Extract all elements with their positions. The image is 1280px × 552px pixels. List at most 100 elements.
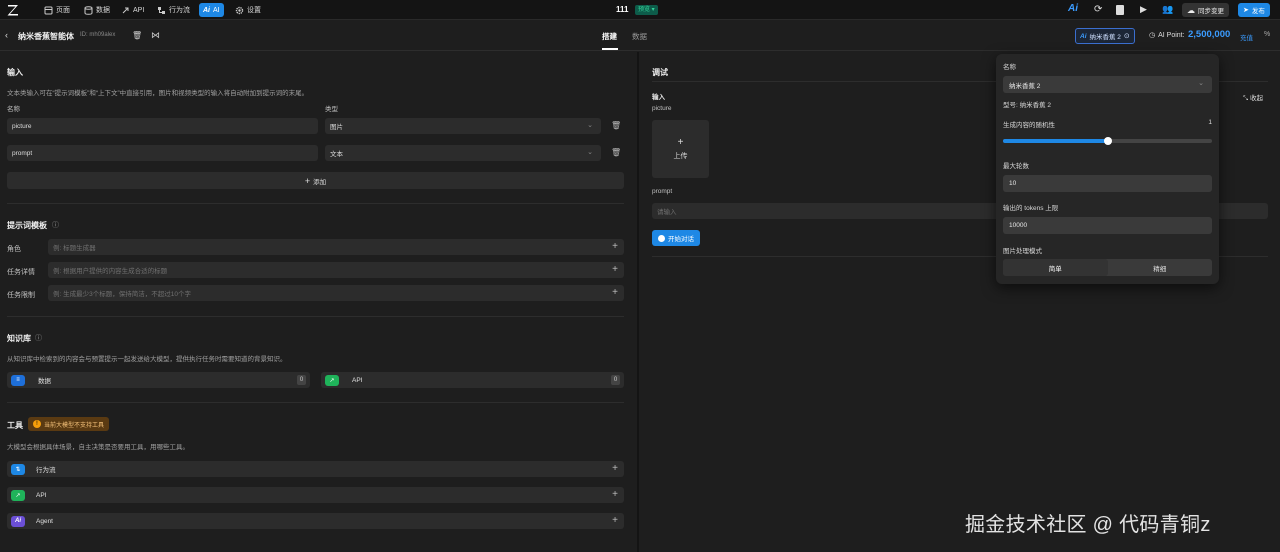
tool-item-label: Agent	[36, 517, 53, 525]
sync-button[interactable]: ☁ 同步变更	[1182, 3, 1229, 17]
tools-warning-badge: ! 当前大模型不支持工具	[28, 417, 110, 431]
kb-count-badge: 0	[297, 375, 306, 385]
divider	[7, 402, 624, 403]
tool-item-label: 行为流	[36, 467, 56, 474]
play-icon[interactable]: ▶	[1140, 4, 1147, 15]
tab-data-label: 数据	[632, 32, 647, 41]
debug-title: 调试	[652, 68, 668, 77]
role-input[interactable]: 例: 标题生成器 +	[48, 239, 624, 255]
task-detail-label: 任务详情	[7, 269, 35, 276]
image-mode-fine[interactable]: 精细	[1108, 259, 1213, 276]
tab-build[interactable]: 搭建	[602, 31, 617, 42]
publish-button[interactable]: ➤ 发布	[1238, 3, 1270, 17]
input-name-field[interactable]: prompt	[7, 145, 318, 161]
task-limit-label: 任务限制	[7, 292, 35, 299]
delete-row-icon[interactable]: 🗑	[611, 121, 621, 130]
nav-item-api[interactable]: API	[117, 3, 148, 17]
nav-item-ai[interactable]: Ai AI	[199, 3, 224, 17]
delete-icon[interactable]: 🗑	[132, 31, 142, 40]
upload-button[interactable]: + 上传	[652, 120, 709, 178]
kb-item-api[interactable]: ↗ API 0	[321, 372, 624, 388]
upload-label: 上传	[673, 153, 688, 160]
start-chat-button[interactable]: 开始对话	[652, 230, 700, 246]
tab-data[interactable]: 数据	[632, 31, 647, 42]
prompt-label: prompt	[652, 188, 673, 195]
image-mode-segmented: 简单 精细	[1003, 259, 1212, 276]
kb-item-label: API	[352, 376, 363, 384]
kb-item-data[interactable]: ≡ 数据 0	[7, 372, 310, 388]
input-type-select[interactable]: 图片 ⌄	[325, 118, 601, 134]
model-name-select[interactable]: 纳米香蕉 2 ⌄	[1003, 76, 1212, 93]
divider	[7, 316, 624, 317]
input-type-value: 图片	[330, 124, 343, 131]
nav-item-flow[interactable]: 行为流	[153, 3, 194, 17]
app-logo[interactable]	[6, 3, 20, 17]
image-mode-simple[interactable]: 简单	[1003, 259, 1108, 276]
nav-item-settings[interactable]: 设置	[231, 3, 265, 17]
plus-icon[interactable]: +	[612, 489, 618, 501]
slider-fill	[1003, 139, 1108, 143]
input-name-value: picture	[12, 122, 32, 130]
delete-row-icon[interactable]: 🗑	[611, 148, 621, 157]
document-icon[interactable]	[1116, 5, 1124, 15]
tools-section-title: 工具	[7, 421, 23, 430]
randomness-value: 1	[1208, 119, 1212, 126]
nav-label: API	[133, 6, 145, 14]
ai-icon: Ai	[11, 515, 25, 527]
task-detail-input[interactable]: 例: 根据用户提供的内容生成合适的标题 +	[48, 262, 624, 278]
model-settings-popover: 名称 纳米香蕉 2 ⌄ 型号: 纳米香蕉 2 生成内容的随机性 1 最大轮数 10…	[996, 54, 1219, 284]
ai-assistant-icon[interactable]: Ai	[1068, 3, 1078, 14]
nav-label: 数据	[96, 7, 110, 14]
nav-item-pages[interactable]: 页面	[40, 3, 74, 17]
plus-icon[interactable]: +	[612, 463, 618, 475]
recharge-link[interactable]: 充值	[1240, 32, 1253, 42]
env-badge[interactable]: 预览 ▾	[635, 5, 658, 15]
cloud-icon: ☁	[1187, 5, 1195, 15]
tool-item-flow[interactable]: ⇅ 行为流 +	[7, 461, 624, 477]
randomness-slider[interactable]	[1003, 137, 1212, 145]
kb-section-desc: 从知识库中检索到的内容会与预置提示一起发送给大模型，提供执行任务时需要知道的背景…	[7, 356, 287, 363]
slider-thumb[interactable]	[1103, 137, 1112, 145]
max-tokens-input[interactable]: 10000	[1003, 217, 1212, 234]
tool-item-agent[interactable]: Ai Agent +	[7, 513, 624, 529]
plus-icon: +	[304, 175, 311, 186]
info-icon[interactable]: ⓘ	[52, 220, 59, 230]
input-name-value: prompt	[12, 149, 33, 157]
warning-icon: !	[33, 420, 41, 428]
back-icon[interactable]: ‹	[5, 30, 8, 40]
chevron-down-icon: ⌄	[1198, 80, 1204, 87]
kb-section-title: 知识库	[7, 334, 31, 343]
max-turns-input[interactable]: 10	[1003, 175, 1212, 192]
kb-count-badge: 0	[611, 375, 620, 385]
percent-icon[interactable]: %	[1264, 31, 1270, 38]
model-select-button[interactable]: Ai 纳米香蕉 2 ⊙	[1075, 28, 1135, 44]
ai-model-icon: Ai	[1080, 32, 1087, 40]
image-mode-label: 图片处理模式	[1003, 248, 1042, 255]
info-icon[interactable]: ⓘ	[35, 333, 42, 343]
max-tokens-label: 输出的 tokens 上限	[1003, 205, 1059, 212]
api-icon: ↗	[11, 489, 25, 501]
share-icon[interactable]: ⋈	[151, 30, 160, 41]
ai-point-value: 2,500,000	[1188, 29, 1231, 40]
task-limit-input[interactable]: 例: 生成最少3个标题，保持简洁，不超过10个字 +	[48, 285, 624, 301]
role-label: 角色	[7, 246, 21, 253]
plus-icon[interactable]: +	[612, 515, 618, 527]
input-type-select[interactable]: 文本 ⌄	[325, 145, 601, 161]
start-chat-label: 开始对话	[668, 236, 694, 243]
plus-icon[interactable]: +	[612, 287, 618, 299]
plus-icon[interactable]: +	[612, 264, 618, 276]
input-name-field[interactable]: picture	[7, 118, 318, 134]
refresh-icon[interactable]: ⟳	[1094, 4, 1102, 16]
tool-item-api[interactable]: ↗ API +	[7, 487, 624, 503]
collapse-button[interactable]: ⤡ 收起	[1243, 92, 1263, 103]
plus-icon[interactable]: +	[612, 241, 618, 253]
max-tokens-value: 10000	[1009, 222, 1028, 229]
users-icon[interactable]: 👥	[1162, 4, 1173, 15]
collapse-icon: ⤡	[1243, 95, 1249, 102]
nav-label: 页面	[56, 7, 70, 14]
add-input-button[interactable]: + 添加	[7, 172, 624, 189]
chat-icon	[658, 234, 665, 242]
nav-item-data[interactable]: 数据	[80, 3, 114, 17]
panel-divider[interactable]	[637, 52, 639, 552]
api-icon: ↗	[325, 374, 339, 386]
